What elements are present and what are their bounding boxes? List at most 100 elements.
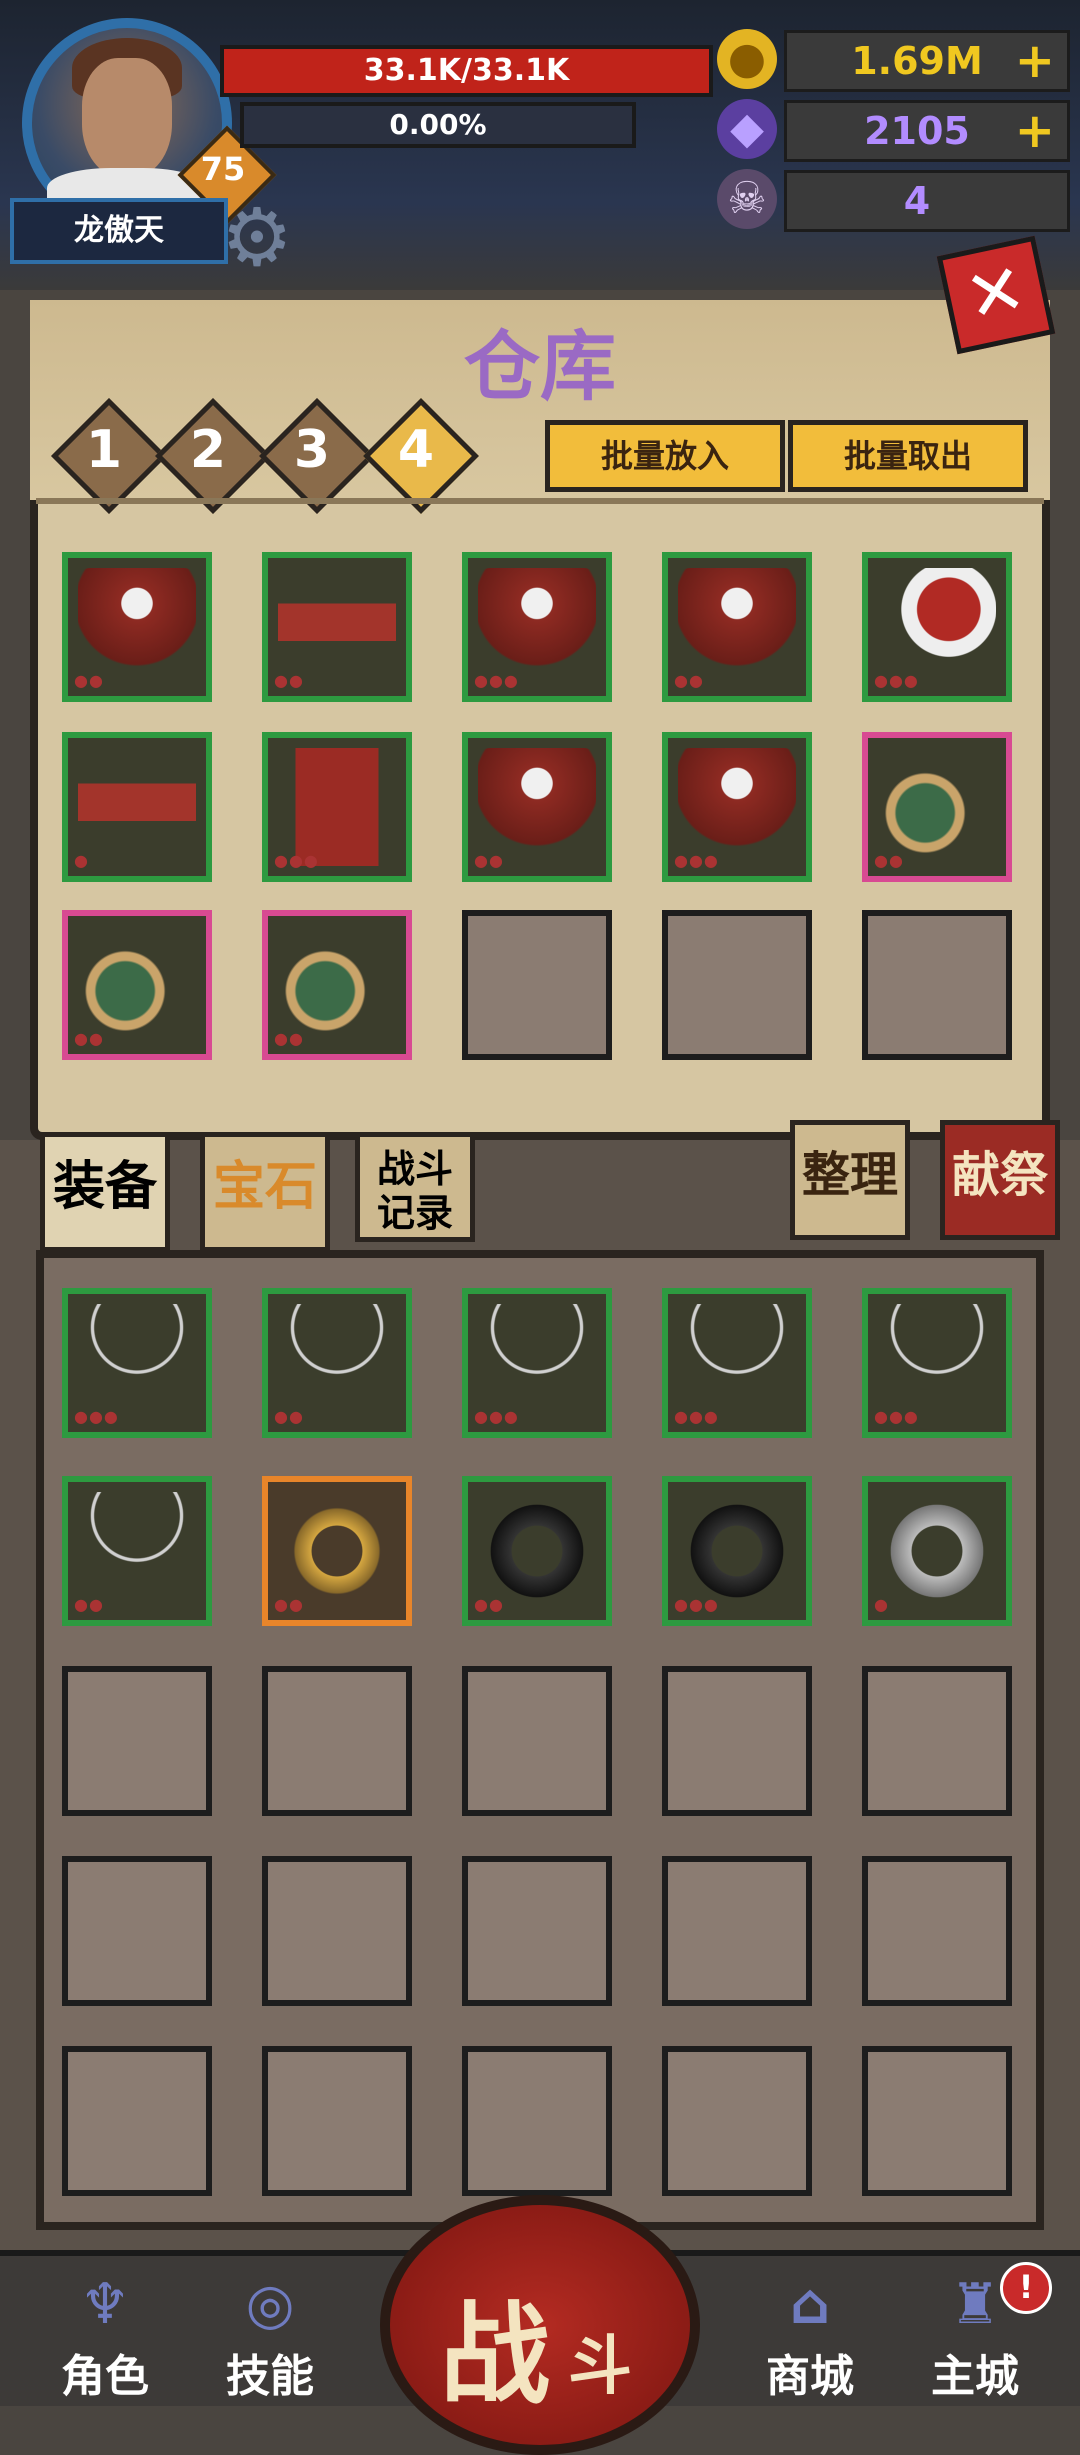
empty-slot[interactable] <box>462 1856 612 2006</box>
empty-slot[interactable] <box>862 1856 1012 2006</box>
xp-bar: 0.00% <box>240 102 636 148</box>
hp-bar: 33.1K/33.1K <box>220 45 713 97</box>
page-title: 仓库 <box>464 322 616 411</box>
nav-city-label: 主城 <box>931 2351 1019 2402</box>
empty-slot[interactable] <box>662 1856 812 2006</box>
necklace-item <box>278 1304 396 1422</box>
empty-slot[interactable] <box>62 1666 212 1816</box>
nav-role-label: 角色 <box>61 2351 149 2402</box>
gear-icon[interactable]: ⚙ <box>215 196 299 280</box>
nav-shop[interactable]: ⌂ 商城 <box>750 2270 870 2402</box>
empty-slot[interactable] <box>462 2046 612 2196</box>
necklace-item <box>478 1304 596 1422</box>
sort-button[interactable]: 整理 <box>790 1120 910 1240</box>
add-gold-button[interactable]: + <box>1015 33 1055 89</box>
tab-battle-log[interactable]: 战斗 记录 <box>355 1132 475 1242</box>
tab-1-label: 1 <box>85 420 123 480</box>
tab-gems[interactable]: 宝石 <box>200 1132 330 1252</box>
battle-log-label-1: 战斗 <box>376 1147 453 1191</box>
empty-slot[interactable] <box>462 1666 612 1816</box>
warehouse-slot[interactable]: ●●● <box>862 552 1012 702</box>
player-name: 龙傲天 <box>10 198 228 264</box>
batch-take-button[interactable]: 批量取出 <box>788 420 1028 492</box>
inventory-slot[interactable]: ●● <box>262 1476 412 1626</box>
ring-item <box>878 1492 996 1610</box>
empty-slot[interactable] <box>662 910 812 1060</box>
warehouse-slot[interactable]: ●● <box>462 732 612 882</box>
gauntlet-item <box>78 926 196 1044</box>
inventory-slot[interactable]: ●●● <box>462 1288 612 1438</box>
pants-item <box>278 748 396 866</box>
inventory-slot[interactable]: ●●● <box>62 1288 212 1438</box>
ring-item <box>678 1492 796 1610</box>
helmet-icon: ♆ <box>79 2272 131 2337</box>
warehouse-slot[interactable]: ●● <box>262 910 412 1060</box>
inventory-slot[interactable]: ●● <box>262 1288 412 1438</box>
battle-log-label-2: 记录 <box>376 1191 453 1235</box>
necklace-item <box>78 1304 196 1422</box>
add-crystal-button[interactable]: + <box>1015 103 1055 159</box>
warehouse-slot[interactable]: ●●● <box>462 552 612 702</box>
necklace-item <box>878 1304 996 1422</box>
empty-slot[interactable] <box>62 2046 212 2196</box>
nav-shop-label: 商城 <box>766 2351 854 2402</box>
tab-equipment[interactable]: 装备 <box>40 1132 170 1252</box>
warehouse-slot[interactable]: ●●● <box>262 732 412 882</box>
batch-put-button[interactable]: 批量放入 <box>545 420 785 492</box>
warehouse-slot[interactable]: ●● <box>62 552 212 702</box>
empty-slot[interactable] <box>62 1856 212 2006</box>
crystal-resource: ◆ 2105 + <box>717 99 1070 162</box>
skull-resource: ☠ 4 <box>717 169 1070 232</box>
swirl-icon: ◎ <box>245 2272 295 2337</box>
empty-slot[interactable] <box>862 1666 1012 1816</box>
warehouse-slot[interactable]: ●● <box>862 732 1012 882</box>
inventory-slot[interactable]: ●●● <box>662 1288 812 1438</box>
hat-item <box>878 568 996 686</box>
empty-slot[interactable] <box>262 1856 412 2006</box>
empty-slot[interactable] <box>862 2046 1012 2196</box>
gauntlet-item <box>278 926 396 1044</box>
nav-skills[interactable]: ◎ 技能 <box>210 2270 330 2402</box>
inventory-slot[interactable]: ●● <box>62 1476 212 1626</box>
inventory-slot[interactable]: ●●● <box>662 1476 812 1626</box>
coat-item <box>478 568 596 686</box>
warehouse-slot[interactable]: ●● <box>662 552 812 702</box>
player-level: 75 <box>200 150 246 188</box>
empty-slot[interactable] <box>262 1666 412 1816</box>
crystal-icon: ◆ <box>717 99 777 159</box>
coat-item <box>478 748 596 866</box>
coat-item <box>678 748 796 866</box>
sacrifice-button[interactable]: 献祭 <box>940 1120 1060 1240</box>
nav-role[interactable]: ♆ 角色 <box>45 2270 165 2402</box>
gold-resource: ● 1.69M + <box>717 29 1070 92</box>
warehouse-slot[interactable]: ● <box>62 732 212 882</box>
crystal-amount: 2105 <box>864 109 970 153</box>
inventory-slot[interactable]: ●● <box>462 1476 612 1626</box>
warehouse-slot[interactable]: ●●● <box>662 732 812 882</box>
necklace-item <box>678 1304 796 1422</box>
tab-3-label: 3 <box>293 420 331 480</box>
shop-icon: ⌂ <box>789 2272 831 2337</box>
empty-slot[interactable] <box>862 910 1012 1060</box>
empty-slot[interactable] <box>662 1666 812 1816</box>
tab-2-label: 2 <box>189 420 227 480</box>
inventory-slot[interactable]: ● <box>862 1476 1012 1626</box>
tab-4-label: 4 <box>397 420 435 480</box>
gold-amount: 1.69M <box>851 39 983 83</box>
inventory-slot[interactable]: ●●● <box>862 1288 1012 1438</box>
empty-slot[interactable] <box>662 2046 812 2196</box>
divider <box>36 498 1044 504</box>
coat-item <box>78 568 196 686</box>
nav-skills-label: 技能 <box>226 2351 314 2402</box>
castle-icon: ♜ <box>949 2272 1001 2337</box>
coat-item <box>678 568 796 686</box>
empty-slot[interactable] <box>462 910 612 1060</box>
necklace-item <box>78 1492 196 1610</box>
empty-slot[interactable] <box>262 2046 412 2196</box>
bracelet-item <box>278 1492 396 1610</box>
avatar-face <box>82 58 172 178</box>
fight-label: 战 <box>440 2291 550 2419</box>
ram-skull-icon: ☠ <box>717 169 777 229</box>
warehouse-slot[interactable]: ●● <box>62 910 212 1060</box>
warehouse-slot[interactable]: ●● <box>262 552 412 702</box>
